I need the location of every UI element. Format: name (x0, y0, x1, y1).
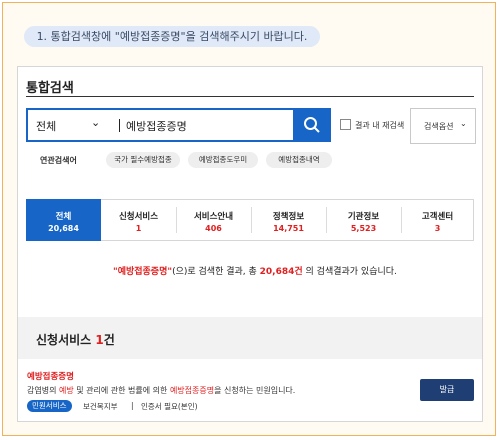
summary-keyword: "예방접종증명" (113, 267, 173, 277)
result-description: 감염병의 예방 및 관리에 관한 법률에 의한 예방접종증명을 신청하는 민원입… (27, 385, 295, 396)
summary-total: 20,684 (259, 267, 295, 277)
step-instruction: 1. 통합검색창에 "예방접종증명"을 검색해주시기 바랍니다. (24, 26, 320, 47)
service-type-badge: 민원서비스 (27, 400, 72, 412)
meta-divider: | (131, 401, 134, 410)
page-title: 통합검색 (26, 81, 74, 96)
chevron-down-icon[interactable]: ⌄ (460, 119, 467, 128)
desc-highlight: 예방 (58, 386, 74, 395)
title-divider (26, 96, 474, 97)
related-keyword-tag[interactable]: 국가 필수예방접종 (106, 152, 180, 168)
tab-application-services[interactable]: 신청서비스 1 (101, 199, 176, 241)
tab-customer-center[interactable]: 고객센터 3 (401, 199, 474, 241)
tab-count: 1 (135, 224, 142, 233)
desc-highlight: 예방접종증명 (169, 386, 215, 395)
summary-text: (으)로 검색한 결과, 총 (172, 267, 260, 277)
section-title: 신청서비스 1건 (36, 331, 115, 348)
tab-label: 서비스안내 (193, 212, 234, 222)
result-agency: 보건복지부 (83, 402, 118, 411)
result-requirement: 인증서 필요(본인) (141, 402, 198, 411)
tab-count: 5,523 (350, 224, 377, 233)
tab-label: 고객센터 (421, 212, 454, 222)
section-count-suffix: 건 (103, 333, 115, 347)
search-icon (304, 117, 320, 133)
related-keyword-tag[interactable]: 예방접종도우미 (188, 152, 258, 168)
summary-text: 의 검색결과가 있습니다. (302, 267, 397, 277)
related-keywords-label: 연관검색어 (40, 156, 77, 165)
tab-all[interactable]: 전체 20,684 (26, 199, 101, 241)
tab-label: 정책정보 (272, 212, 305, 222)
tab-policy-info[interactable]: 정책정보 14,751 (251, 199, 326, 241)
search-result-summary: "예방접종증명"(으)로 검색한 결과, 총 20,684건 의 검색결과가 있… (113, 264, 397, 277)
desc-text: 및 관리에 관한 법률에 의한 (73, 386, 170, 395)
tab-service-guide[interactable]: 서비스안내 406 (176, 199, 251, 241)
search-within-results-checkbox[interactable] (340, 119, 351, 130)
desc-text: 감염병의 (27, 386, 59, 395)
tab-count: 14,751 (273, 224, 304, 233)
issue-button[interactable]: 발급 (420, 379, 474, 401)
desc-text: 을 신청하는 민원입니다. (214, 386, 296, 395)
summary-unit: 건 (294, 267, 303, 277)
result-title-link[interactable]: 예방접종증명 (27, 370, 74, 382)
search-button[interactable] (293, 108, 331, 142)
related-keyword-tag[interactable]: 예방접종내역 (266, 152, 332, 168)
search-cursor-divider (119, 119, 120, 132)
tab-label: 기관정보 (347, 212, 380, 222)
section-count: 1 (95, 333, 104, 347)
search-options-label[interactable]: 검색옵션 (424, 121, 453, 132)
search-input[interactable]: 예방접종증명 (126, 118, 187, 134)
tab-label: 신청서비스 (118, 212, 159, 222)
tab-count: 3 (434, 224, 441, 233)
tab-agency-info[interactable]: 기관정보 5,523 (326, 199, 401, 241)
section-title-text: 신청서비스 (36, 333, 92, 347)
tab-label: 전체 (55, 212, 72, 222)
chevron-down-icon[interactable]: ⌄ (91, 116, 100, 129)
search-scope-select[interactable]: 전체 (36, 118, 56, 134)
tab-count: 20,684 (48, 224, 79, 233)
search-within-results-label[interactable]: 결과 내 재검색 (355, 120, 404, 131)
tab-count: 406 (205, 224, 222, 233)
